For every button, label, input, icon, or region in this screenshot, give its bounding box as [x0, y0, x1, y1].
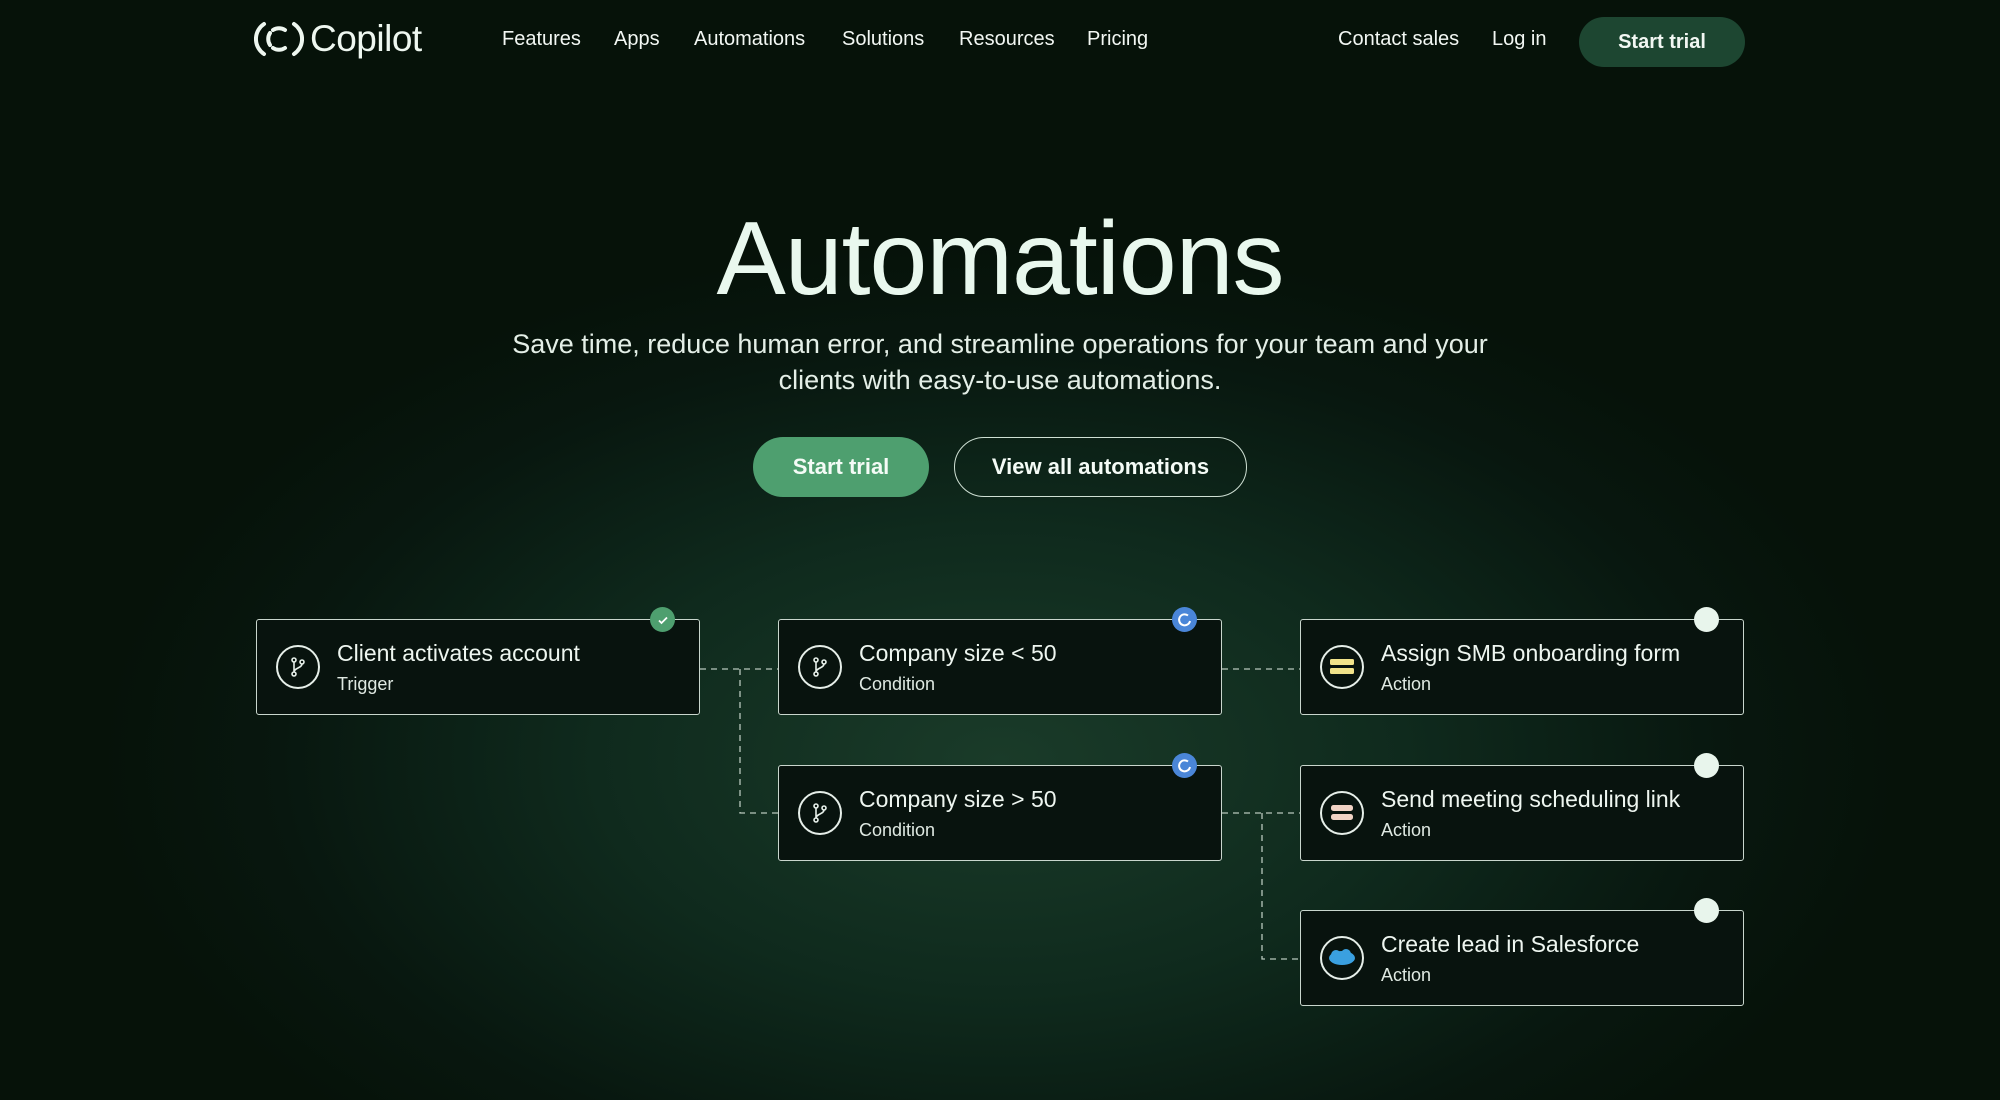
workflow-node-assign-form[interactable]: Assign SMB onboarding form Action	[1300, 619, 1744, 715]
workflow-node-trigger[interactable]: Client activates account Trigger	[256, 619, 700, 715]
workflow-node-condition-lt-50[interactable]: Company size < 50 Condition	[778, 619, 1222, 715]
node-title: Client activates account	[337, 640, 580, 667]
pending-dot-icon	[1694, 607, 1719, 632]
branch-icon	[798, 791, 842, 835]
pending-dot-icon	[1694, 898, 1719, 923]
loading-spinner-icon	[1172, 607, 1197, 632]
node-title: Assign SMB onboarding form	[1381, 640, 1680, 667]
check-icon	[650, 607, 675, 632]
connector-trigger-to-conditions	[700, 669, 778, 813]
node-title: Send meeting scheduling link	[1381, 786, 1680, 813]
node-type: Action	[1381, 965, 1431, 986]
workflow-node-send-link[interactable]: Send meeting scheduling link Action	[1300, 765, 1744, 861]
node-title: Create lead in Salesforce	[1381, 931, 1639, 958]
workflow-node-condition-gt-50[interactable]: Company size > 50 Condition	[778, 765, 1222, 861]
node-type: Condition	[859, 820, 935, 841]
loading-spinner-icon	[1172, 753, 1197, 778]
node-title: Company size < 50	[859, 640, 1057, 667]
pending-dot-icon	[1694, 753, 1719, 778]
workflow-node-salesforce[interactable]: Create lead in Salesforce Action	[1300, 910, 1744, 1006]
form-icon	[1320, 645, 1364, 689]
node-type: Action	[1381, 674, 1431, 695]
connector-condition2-to-actions	[1222, 813, 1300, 959]
calendar-icon	[1320, 791, 1364, 835]
branch-icon	[798, 645, 842, 689]
node-type: Trigger	[337, 674, 393, 695]
node-title: Company size > 50	[859, 786, 1057, 813]
node-type: Action	[1381, 820, 1431, 841]
salesforce-icon	[1320, 936, 1364, 980]
node-type: Condition	[859, 674, 935, 695]
branch-icon	[276, 645, 320, 689]
